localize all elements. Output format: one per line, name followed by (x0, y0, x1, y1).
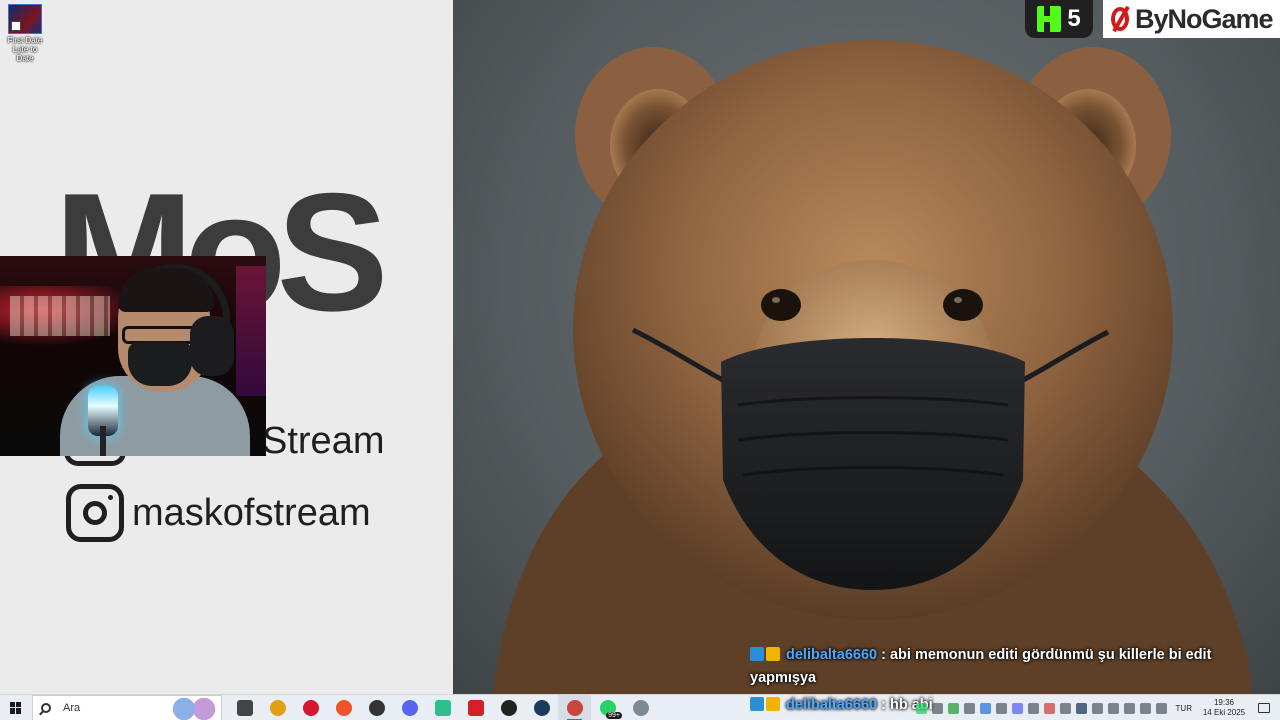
tray-app-icon[interactable] (1044, 702, 1056, 714)
wps-office-icon (467, 699, 484, 716)
taskbar-app-whatsapp[interactable]: 99+ (591, 695, 624, 720)
steam-icon (533, 699, 550, 716)
task-view-icon (236, 699, 253, 716)
tray-app-icon[interactable] (1092, 702, 1104, 714)
shortcut-label-line2: Late to Date (12, 45, 38, 63)
taskbar-app-wps-office[interactable] (459, 695, 492, 720)
clock[interactable]: 19:36 14 Eki 2025 (1198, 698, 1250, 718)
audio-app-icon (368, 699, 385, 716)
taskbar: Ara 99+ TUR 19:36 14 Eki 2025 (0, 694, 1280, 720)
taskbar-app-audio-app[interactable] (360, 695, 393, 720)
brave-icon (335, 699, 352, 716)
crown-badge-icon (766, 697, 780, 711)
clock-date: 14 Eki 2025 (1202, 708, 1246, 717)
social-handle-partial: Stream (262, 420, 385, 462)
search-highlight-icon (169, 697, 219, 720)
system-tray: TUR 19:36 14 Eki 2025 (914, 695, 1280, 720)
instagram-row: maskofstream (66, 484, 371, 542)
network-icon[interactable] (1140, 702, 1152, 714)
sponsor-banner: ByNoGame (1103, 0, 1280, 38)
taskbar-apps: 99+ (228, 694, 657, 720)
chrome-icon (269, 699, 286, 716)
microphone-icon[interactable] (1108, 702, 1120, 714)
bynogame-logo-icon (1109, 5, 1133, 33)
chat-message: delibalta6660 : abi memonun editi gördün… (750, 644, 1270, 690)
steam-tray-icon[interactable] (1076, 702, 1088, 714)
bear-illustration (493, 40, 1253, 694)
moderator-badge-icon (750, 647, 764, 661)
shield-app-icon (632, 699, 649, 716)
input-language[interactable]: TUR (1176, 704, 1192, 713)
webcam-feed (0, 256, 266, 456)
kick-viewer-badge: 5 (1025, 0, 1093, 38)
crown-badge-icon (766, 647, 780, 661)
kick-logo-icon (1037, 6, 1062, 32)
tray-app-icon[interactable] (948, 702, 960, 714)
kick-viewer-count: 5 (1067, 5, 1081, 32)
desktop-shortcut-first-date[interactable]: First Date Late to Date (4, 4, 46, 63)
bear-mask-artwork (453, 0, 1280, 694)
chrome-profile-icon (566, 699, 583, 716)
shortcut-thumbnail-icon (8, 4, 42, 34)
headphones (190, 316, 234, 376)
search-icon (41, 702, 51, 713)
taskbar-app-chrome[interactable] (261, 695, 294, 720)
tray-app-icon[interactable] (1060, 702, 1072, 714)
chat-username: delibalta6660 (786, 697, 878, 713)
streamer-mask (128, 342, 192, 386)
taskbar-app-opera[interactable] (294, 695, 327, 720)
shortcut-label-line1: First Date (7, 36, 43, 45)
taskbar-app-chrome-profile[interactable] (558, 694, 591, 720)
instagram-handle: maskofstream (132, 491, 371, 534)
tray-app-icon[interactable] (980, 702, 992, 714)
whatsapp-tray-icon[interactable] (916, 702, 928, 714)
volume-icon[interactable] (1156, 702, 1168, 714)
tray-app-icon[interactable] (1028, 702, 1040, 714)
start-button[interactable] (0, 695, 32, 720)
taskbar-app-android-app[interactable] (426, 695, 459, 720)
taskbar-app-obs[interactable] (492, 695, 525, 720)
chat-username: delibalta6660 (786, 647, 878, 663)
notifications-icon[interactable] (1258, 703, 1270, 713)
taskbar-app-discord[interactable] (393, 695, 426, 720)
instagram-icon (66, 484, 124, 542)
search-placeholder: Ara (63, 701, 81, 714)
screen: First Date Late to Date MoS Stream masko… (0, 0, 1280, 720)
tray-app-icon[interactable] (932, 702, 944, 714)
taskbar-app-task-view[interactable] (228, 695, 261, 720)
taskbar-app-brave[interactable] (327, 695, 360, 720)
windows-logo-icon (10, 701, 22, 714)
taskbar-app-steam[interactable] (525, 695, 558, 720)
obs-icon (500, 699, 517, 716)
notification-count-badge: 99+ (606, 711, 622, 719)
discord-icon (401, 699, 418, 716)
taskbar-search[interactable]: Ara (32, 694, 222, 720)
sponsor-name: ByNoGame (1135, 3, 1274, 34)
android-app-icon (434, 699, 451, 716)
tray-app-icon[interactable] (964, 702, 976, 714)
tray-app-icon[interactable] (1124, 702, 1136, 714)
taskbar-app-shield-app[interactable] (624, 695, 657, 720)
clock-time: 19:36 (1213, 698, 1235, 707)
opera-icon (302, 699, 319, 716)
moderator-badge-icon (750, 697, 764, 711)
discord-tray-icon[interactable] (1012, 702, 1024, 714)
tray-app-icon[interactable] (996, 702, 1008, 714)
